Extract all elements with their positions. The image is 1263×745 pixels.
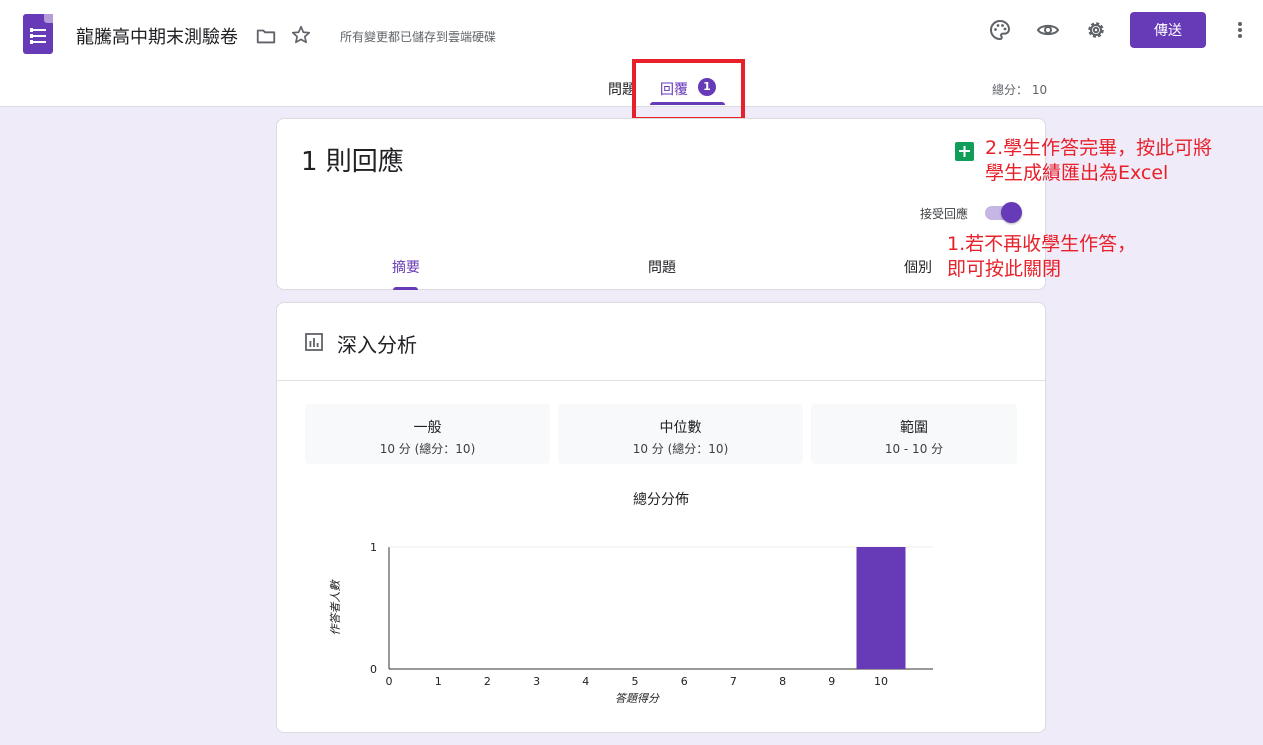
toggle-thumb[interactable]	[1001, 202, 1022, 223]
score-distribution-chart: 010 1 2 3 4 5 6 7 8 9 10答題得分作答者人數	[329, 541, 933, 705]
x-tick-label-2: 2	[484, 675, 491, 688]
x-tick-label-7: 7	[730, 675, 737, 688]
annotation-export-line2: 學生成績匯出為Excel	[985, 162, 1169, 184]
x-tick-label-4: 4	[582, 675, 589, 688]
accept-responses-label: 接受回應	[920, 207, 969, 221]
folder-icon[interactable]	[255, 25, 277, 47]
annotation-export: 2.學生作答完畢，按此可將 學生成績匯出為Excel	[985, 136, 1212, 186]
response-count: 1 則回應	[301, 147, 404, 177]
preview-eye-icon[interactable]	[1036, 18, 1060, 42]
star-icon[interactable]	[290, 24, 312, 46]
responses-card: 1 則回應 接受回應 摘要 問題 個別	[276, 118, 1046, 290]
subtab-question[interactable]: 問題	[648, 257, 676, 277]
y-tick-label-0: 0	[370, 663, 377, 676]
send-button[interactable]: 傳送	[1130, 12, 1206, 48]
y-tick-label-1: 1	[370, 541, 377, 554]
forms-logo-icon[interactable]	[23, 14, 53, 54]
y-axis-label: 作答者人數	[329, 579, 342, 636]
settings-gear-icon[interactable]	[1084, 18, 1108, 42]
annotation-toggle-line1: 1.若不再收學生作答，	[947, 233, 1137, 255]
more-vert-icon[interactable]	[1230, 18, 1250, 42]
x-tick-label-8: 8	[779, 675, 786, 688]
annotation-toggle-line2: 即可按此關閉	[947, 258, 1062, 280]
x-tick-label-6: 6	[681, 675, 688, 688]
sheets-export-icon[interactable]	[955, 142, 974, 161]
highlight-box	[632, 59, 745, 121]
annotation-export-line1: 2.學生作答完畢，按此可將	[985, 137, 1213, 159]
x-axis-label: 答題得分	[615, 692, 660, 705]
annotation-toggle: 1.若不再收學生作答， 即可按此關閉	[947, 232, 1136, 282]
x-tick-label-1: 1	[435, 675, 442, 688]
active-subtab-indicator	[393, 287, 418, 290]
bar-10	[856, 547, 906, 669]
x-tick-label-0: 0	[386, 675, 393, 688]
insights-card: 深入分析 一般 10 分 (總分：10) 中位數 10 分 (總分：10) 範圍…	[276, 302, 1046, 733]
subtab-summary[interactable]: 摘要	[392, 257, 420, 277]
total-points: 總分： 10	[992, 83, 1048, 97]
x-tick-label-5: 5	[632, 675, 639, 688]
x-tick-label-10: 10	[874, 675, 888, 688]
save-status: 所有變更都已儲存到雲端硬碟	[340, 30, 497, 44]
palette-icon[interactable]	[988, 18, 1012, 42]
document-title[interactable]: 龍騰高中期末測驗卷	[76, 23, 238, 49]
subtab-individual[interactable]: 個別	[904, 257, 932, 277]
x-tick-label-3: 3	[533, 675, 540, 688]
x-tick-label-9: 9	[828, 675, 835, 688]
